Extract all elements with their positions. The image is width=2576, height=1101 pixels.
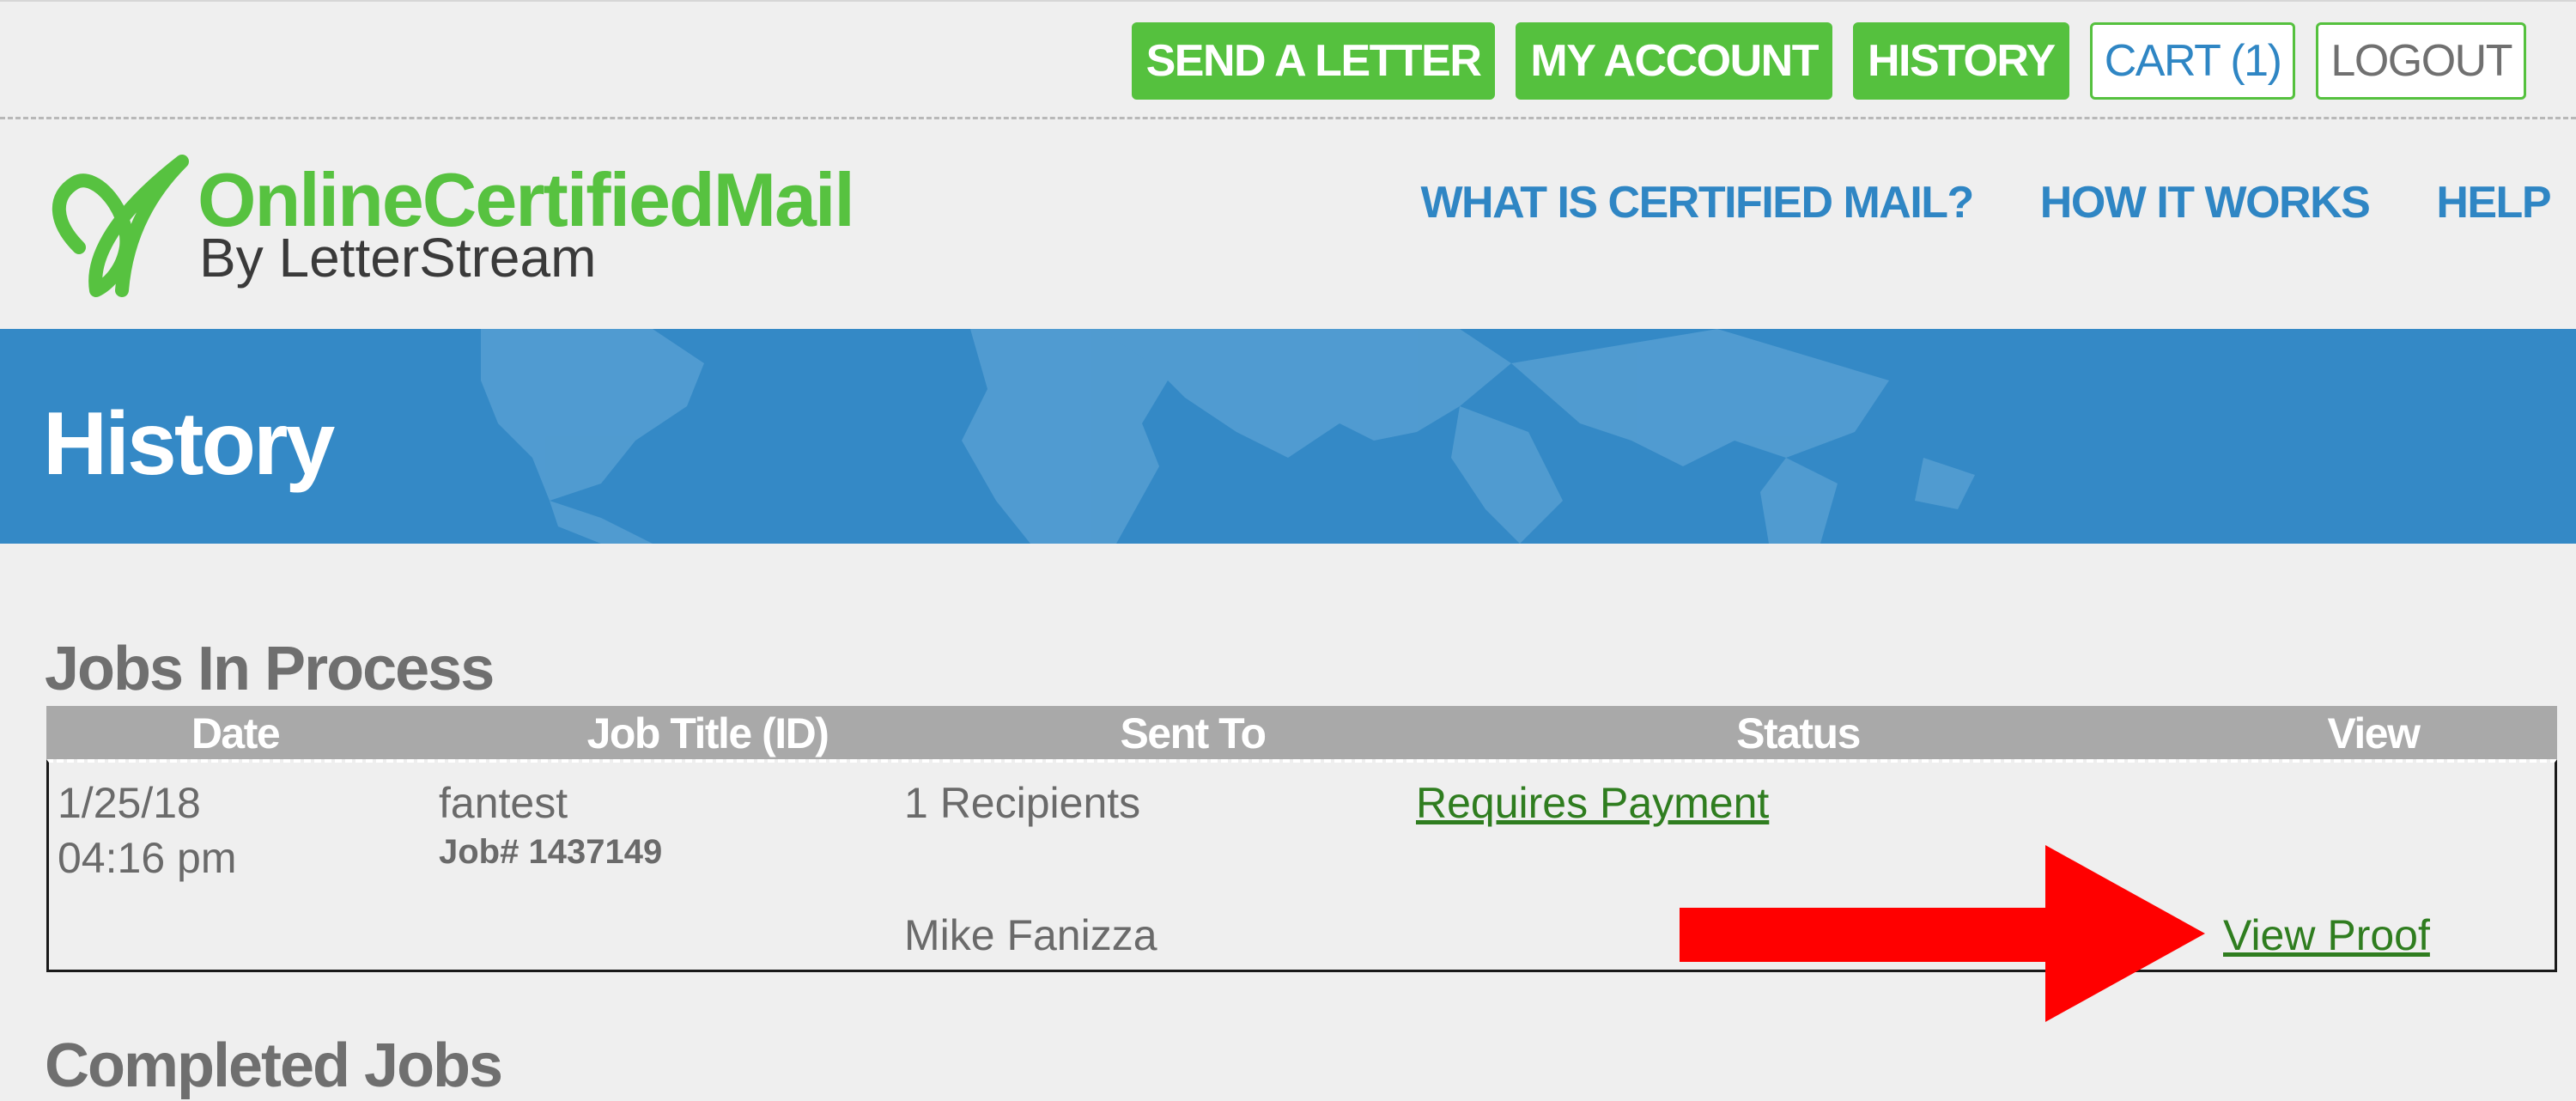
logo-mark-icon: [52, 155, 189, 297]
page-banner: History: [0, 329, 2576, 544]
red-arrow-annotation: [1680, 845, 2205, 1022]
logout-button[interactable]: LOGOUT: [2316, 22, 2526, 100]
top-bar: SEND A LETTER MY ACCOUNT HISTORY CART (1…: [0, 0, 2576, 117]
top-divider: [0, 117, 2576, 119]
view-proof-link[interactable]: View Proof: [2223, 910, 2430, 960]
site-logo[interactable]: OnlineCertifiedMail By LetterStream: [45, 144, 903, 307]
jobs-in-process-heading: Jobs In Process: [45, 635, 495, 703]
nav-how-it-works[interactable]: HOW IT WORKS: [2040, 177, 2371, 228]
column-header-status: Status: [1736, 709, 1861, 757]
logo-byline-text: By LetterStream: [199, 227, 597, 289]
column-header-date: Date: [191, 709, 281, 757]
job-time: 04:16 pm: [58, 834, 237, 882]
page-title: History: [43, 394, 335, 494]
completed-jobs-heading: Completed Jobs: [45, 1031, 503, 1100]
send-letter-button[interactable]: SEND A LETTER: [1131, 22, 1496, 100]
recipient-name: Mike Fanizza: [904, 911, 1157, 959]
table-header: Date Job Title (ID) Sent To Status View: [46, 706, 2557, 759]
nav-help[interactable]: HELP: [2436, 177, 2551, 228]
column-header-view: View: [2327, 709, 2421, 757]
nav-what-is-certified-mail[interactable]: WHAT IS CERTIFIED MAIL?: [1420, 177, 1974, 228]
recipient-count: 1 Recipients: [904, 779, 1141, 827]
cart-button[interactable]: CART (1): [2089, 22, 2296, 100]
account-nav: SEND A LETTER MY ACCOUNT HISTORY CART (1…: [1131, 22, 2526, 100]
requires-payment-link[interactable]: Requires Payment: [1416, 778, 1769, 828]
history-button[interactable]: HISTORY: [1852, 22, 2069, 100]
world-map-background: [481, 329, 1975, 544]
main-nav: WHAT IS CERTIFIED MAIL? HOW IT WORKS HEL…: [1420, 177, 2551, 228]
job-id: Job# 1437149: [439, 833, 663, 871]
column-header-sent-to: Sent To: [1120, 709, 1267, 757]
job-title: fantest: [439, 779, 568, 827]
my-account-button[interactable]: MY ACCOUNT: [1516, 22, 1832, 100]
job-date: 1/25/18: [58, 779, 201, 827]
